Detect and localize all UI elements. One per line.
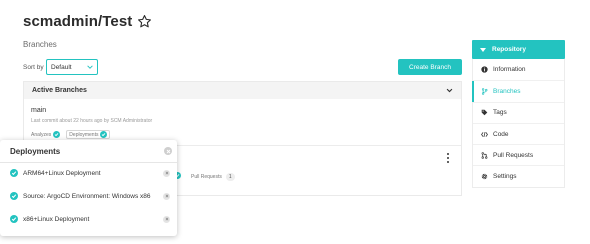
sidebar-item-label: Settings xyxy=(493,173,517,181)
star-icon[interactable] xyxy=(137,14,152,29)
deployment-label: x86+Linux Deployment xyxy=(23,215,90,223)
sidebar-item-label: Pull Requests xyxy=(493,151,534,159)
sort-select[interactable]: Default xyxy=(46,59,98,75)
chevron-down-icon[interactable] xyxy=(446,87,453,94)
close-icon[interactable] xyxy=(164,147,172,155)
popover-divider xyxy=(0,162,177,163)
check-icon xyxy=(53,131,61,138)
chevron-down-icon xyxy=(87,64,93,70)
sort-select-value: Default xyxy=(51,63,72,71)
deployment-label: Source: ArgoCD Environment: Windows x86 xyxy=(23,192,151,200)
active-branches-title: Active Branches xyxy=(32,87,87,94)
popover-title: Deployments xyxy=(10,147,61,156)
deployment-item[interactable]: x86+Linux Deployment xyxy=(10,215,172,223)
sidebar-item-label: Branches xyxy=(493,87,521,95)
analyzes-status[interactable]: Analyzes xyxy=(31,130,61,139)
branch-row-main[interactable]: main Last commit about 22 hours ago by S… xyxy=(31,107,152,139)
deployments-label: Deployments xyxy=(69,131,99,138)
active-branches-header[interactable]: Active Branches xyxy=(24,82,461,99)
tag-icon xyxy=(481,109,488,116)
code-icon xyxy=(481,131,488,138)
check-icon xyxy=(10,192,18,200)
page-title-row: scmadmin/Test xyxy=(23,13,152,30)
sidebar-item-code[interactable]: Code xyxy=(473,122,564,144)
sidebar-item-tags[interactable]: Tags xyxy=(473,101,564,123)
sidebar-title: Repository xyxy=(492,46,526,53)
sidebar-item-label: Information xyxy=(493,66,526,74)
branch-name[interactable]: main xyxy=(31,107,152,114)
remove-icon[interactable] xyxy=(163,169,170,177)
sidebar-item-label: Code xyxy=(493,130,509,138)
deployment-label: ARM64+Linux Deployment xyxy=(23,169,101,177)
remove-icon[interactable] xyxy=(163,192,170,200)
branch-icon xyxy=(481,88,488,95)
pull-requests-status[interactable]: Pull Requests 1 xyxy=(191,173,235,181)
sidebar-item-settings[interactable]: Settings xyxy=(473,165,564,186)
pull-request-icon xyxy=(481,152,488,159)
remove-icon[interactable] xyxy=(163,215,170,223)
sort-label: Sort by xyxy=(23,64,44,71)
caret-down-icon xyxy=(480,47,486,52)
analyzes-label: Analyzes xyxy=(31,131,52,138)
sidebar-item-branches[interactable]: Branches xyxy=(472,80,564,102)
sidebar-item-information[interactable]: Information xyxy=(473,59,564,80)
deployment-item[interactable]: ARM64+Linux Deployment xyxy=(10,169,172,177)
branch-meta: Last commit about 22 hours ago by SCM Ad… xyxy=(31,118,153,124)
info-icon xyxy=(481,66,488,73)
check-icon xyxy=(10,215,18,223)
repository-sidebar: Repository Information Branches Tags Cod… xyxy=(472,40,565,188)
sidebar-list: Information Branches Tags Code Pull Requ… xyxy=(472,59,565,188)
deployment-item[interactable]: Source: ArgoCD Environment: Windows x86 xyxy=(10,192,172,200)
branch-status-row: Analyzes Deployments xyxy=(31,130,152,139)
pull-requests-count: 1 xyxy=(225,173,235,181)
page-title: scmadmin/Test xyxy=(23,13,133,30)
deployments-popover: Deployments ARM64+Linux Deployment Sourc… xyxy=(0,140,177,236)
sidebar-item-pull-requests[interactable]: Pull Requests xyxy=(473,144,564,165)
pull-requests-label: Pull Requests xyxy=(191,174,222,180)
deployments-status[interactable]: Deployments xyxy=(66,130,111,139)
check-icon xyxy=(100,131,108,138)
gear-icon xyxy=(481,173,488,180)
sidebar-header[interactable]: Repository xyxy=(472,40,565,59)
create-branch-button[interactable]: Create Branch xyxy=(398,59,462,75)
check-icon xyxy=(10,169,18,177)
more-options-icon[interactable] xyxy=(446,153,450,163)
page-subtitle: Branches xyxy=(23,40,57,49)
sidebar-item-label: Tags xyxy=(493,109,507,117)
